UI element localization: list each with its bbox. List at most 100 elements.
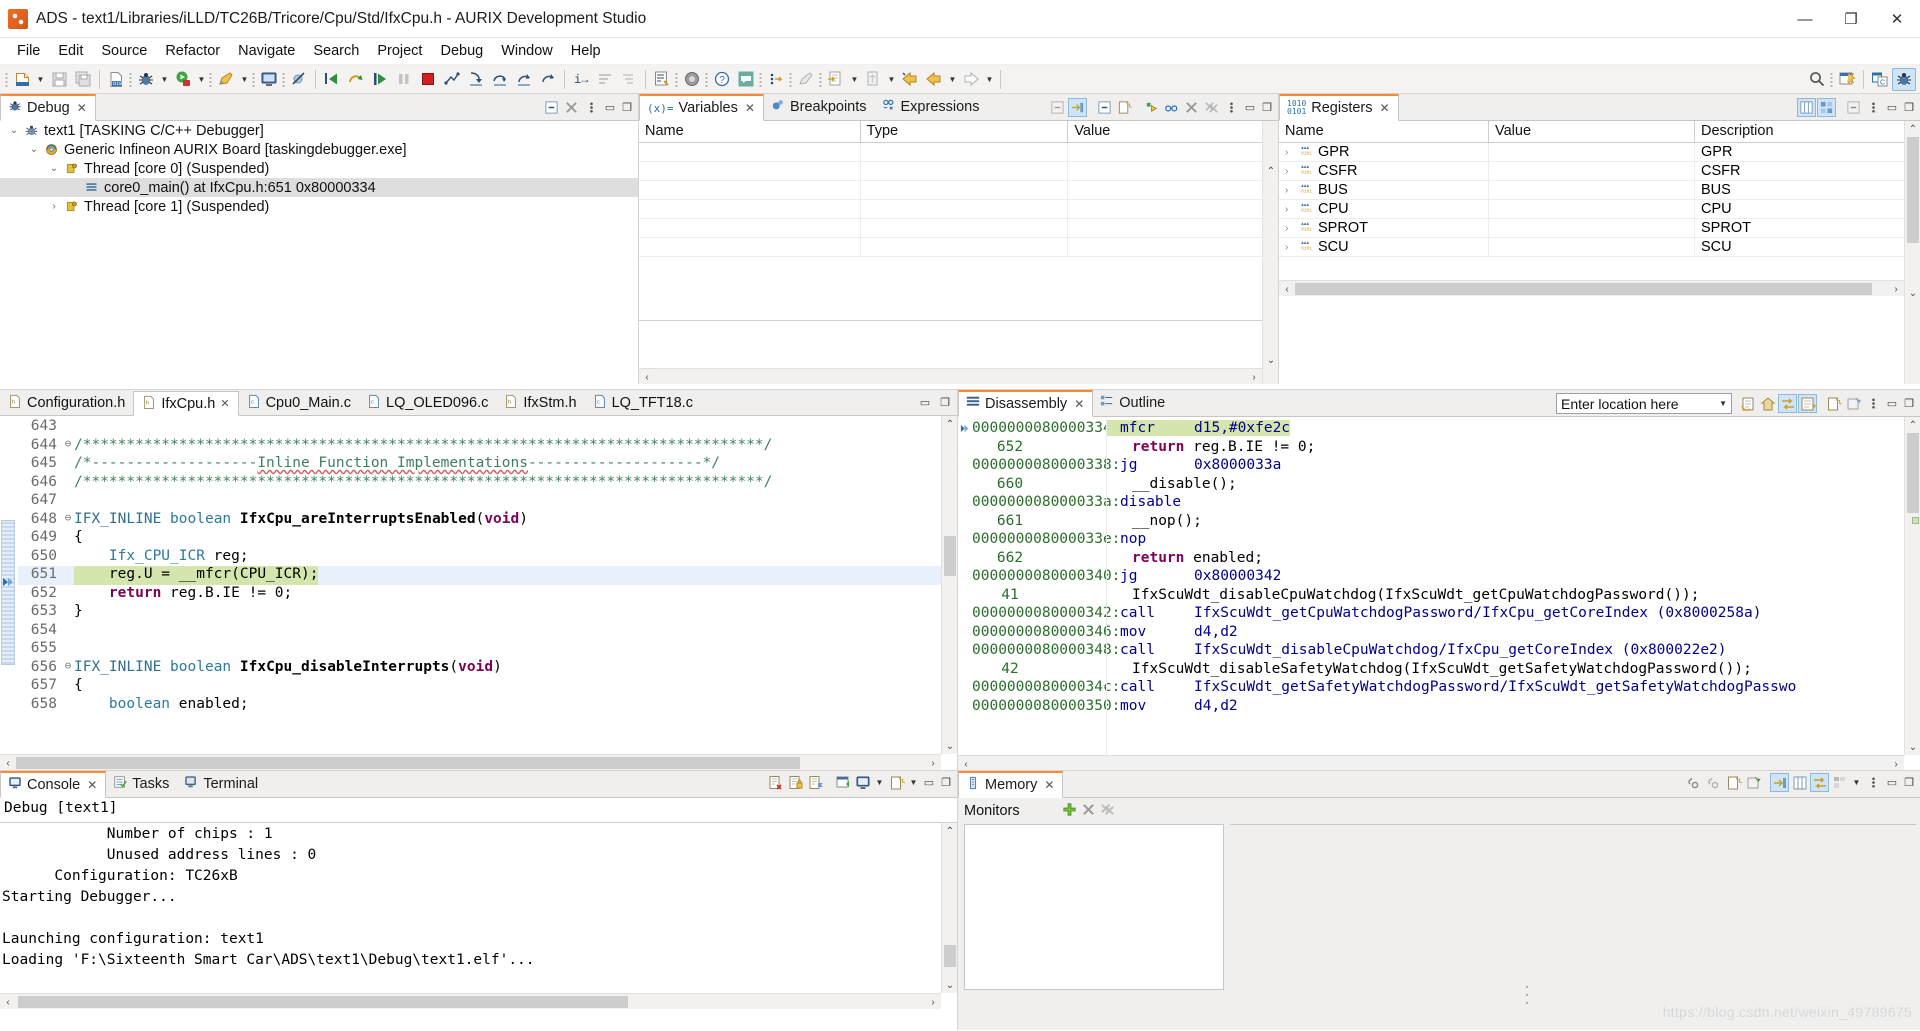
close-icon[interactable]: ✕	[745, 101, 755, 115]
column-description[interactable]: Description	[1695, 121, 1905, 142]
twisty-icon[interactable]: ⌄	[46, 163, 62, 174]
menu-navigate[interactable]: Navigate	[229, 40, 304, 62]
new-file-dropdown-icon[interactable]: ▼	[34, 68, 47, 91]
disassembly-vscrollbar[interactable]: ⌃ ⌄	[1904, 417, 1920, 755]
register-name-cell[interactable]: › ▲▲▲ 0101 SCU	[1279, 238, 1489, 256]
fold-marker-icon[interactable]	[62, 492, 74, 511]
scroll-right-icon[interactable]: ›	[1888, 281, 1904, 297]
code-line[interactable]: 645 /*-------------------Inline Function …	[18, 455, 941, 474]
disassembly-row[interactable]: 0000000080000340: jg 0x80000342	[958, 567, 1902, 586]
code-line[interactable]: 643	[18, 418, 941, 437]
disassembly-row[interactable]: 661 __nop();	[958, 512, 1902, 531]
comment-balloon-icon[interactable]	[734, 68, 758, 91]
remove-all-monitors-icon[interactable]	[1100, 802, 1115, 821]
fold-marker-icon[interactable]	[62, 566, 74, 585]
c-cpp-perspective-icon[interactable]: C	[1868, 68, 1892, 91]
scroll-down-icon[interactable]: ⌄	[1263, 352, 1278, 368]
new-memory-view-icon[interactable]	[1724, 773, 1743, 792]
column-value[interactable]: Value	[1489, 121, 1695, 142]
editor-code-area[interactable]: 643 644 ⊖/********************************…	[0, 416, 957, 770]
swap-bytes-icon[interactable]	[1810, 773, 1829, 792]
remove-icon[interactable]	[1182, 98, 1201, 117]
scroll-left-icon[interactable]: ‹	[0, 994, 16, 1010]
code-line[interactable]: 647	[18, 492, 941, 511]
tab-breakpoints[interactable]: Breakpoints	[764, 93, 875, 120]
minimize-view-icon[interactable]: ▭	[1884, 395, 1900, 413]
pencil-edit-icon[interactable]	[794, 68, 818, 91]
scroll-right-icon[interactable]: ›	[925, 994, 941, 1010]
scroll-down-icon[interactable]: ⌄	[942, 977, 957, 993]
register-name-cell[interactable]: › ▲▲▲ 0101 CPU	[1279, 200, 1489, 218]
pin-console-icon[interactable]	[806, 773, 825, 792]
disassembly-row[interactable]: 0000000080000338: jg 0x8000033a	[958, 456, 1902, 475]
menu-edit[interactable]: Edit	[49, 40, 92, 62]
add-monitor-icon[interactable]	[1062, 802, 1077, 821]
watch-glasses-icon[interactable]	[1162, 98, 1181, 117]
register-name-cell[interactable]: › ▲▲▲ 0101 GPR	[1279, 143, 1489, 161]
fold-marker-icon[interactable]	[62, 603, 74, 622]
fold-marker-icon[interactable]	[62, 585, 74, 604]
new-console-view-icon[interactable]	[887, 773, 906, 792]
tab-outline[interactable]: Outline	[1093, 389, 1173, 416]
table-row[interactable]: › ▲▲▲ 0101 BUS BUS	[1279, 181, 1920, 200]
register-value-cell[interactable]	[1489, 219, 1695, 237]
collapse-all-icon[interactable]	[542, 98, 561, 117]
debug-tree-item[interactable]: core0_main() at IfxCpu.h:651 0x80000334	[0, 178, 638, 197]
new-view-icon[interactable]	[1824, 394, 1843, 413]
editor-tab-lq-tft18-c[interactable]: c LQ_TFT18.c	[584, 390, 701, 415]
twisty-icon[interactable]: ›	[1285, 242, 1298, 253]
tab-memory[interactable]: Memory ✕	[958, 771, 1064, 798]
register-value-cell[interactable]	[1489, 181, 1695, 199]
scroll-up-icon[interactable]: ⌃	[942, 416, 957, 432]
scroll-thumb[interactable]	[1907, 137, 1919, 243]
scroll-right-icon[interactable]: ›	[1246, 369, 1262, 384]
forward-icon[interactable]	[959, 68, 983, 91]
maximize-view-icon[interactable]: ❐	[938, 774, 954, 792]
twisty-icon[interactable]: ⌄	[6, 125, 22, 136]
fold-marker-icon[interactable]	[62, 696, 74, 715]
menu-file[interactable]: File	[8, 40, 49, 62]
tab-debug[interactable]: Debug ✕	[0, 94, 96, 121]
column-name[interactable]: Name	[1279, 121, 1489, 142]
code-line[interactable]: 654	[18, 622, 941, 641]
view-menu-icon[interactable]	[1222, 98, 1241, 117]
memory-resize-handle-icon[interactable]	[1524, 984, 1530, 1010]
code-line[interactable]: 650 Ifx_CPU_ICR reg;	[18, 548, 941, 567]
step-into-icon[interactable]	[464, 68, 488, 91]
minimize-button[interactable]: —	[1782, 0, 1828, 38]
disassembly-rows[interactable]: 0000000080000334: mfcr d15,#0xfe2c 652 retur…	[958, 419, 1902, 715]
debug-tree-item[interactable]: ⌄ Generic Infineon AURIX Board [taskingde…	[0, 140, 638, 159]
show-addresses-icon[interactable]	[1798, 394, 1817, 413]
disassembly-row[interactable]: 000000008000034c: call IfxScuWdt_getSafety…	[958, 678, 1902, 697]
new-perspective-icon[interactable]	[1835, 68, 1859, 91]
column-name[interactable]: Name	[639, 121, 861, 142]
disassembly-row[interactable]: 662 return enabled;	[958, 549, 1902, 568]
close-icon[interactable]: ✕	[220, 397, 229, 410]
editor-vscrollbar[interactable]: ⌃ ⌄	[941, 416, 957, 754]
pin-view-icon[interactable]	[1844, 394, 1863, 413]
disassembly-row[interactable]: 000000008000033e: nop	[958, 530, 1902, 549]
close-icon[interactable]: ✕	[1380, 101, 1390, 115]
remove-monitor-icon[interactable]	[1081, 802, 1096, 821]
memory-monitors-list[interactable]	[964, 824, 1224, 990]
fold-marker-icon[interactable]	[62, 529, 74, 548]
step-over-icon[interactable]	[488, 68, 512, 91]
terminal-icon[interactable]	[257, 68, 281, 91]
open-console-icon[interactable]	[853, 773, 872, 792]
code-line[interactable]: 655	[18, 640, 941, 659]
help-icon[interactable]: ?	[710, 68, 734, 91]
editor-marker-bar[interactable]	[0, 416, 18, 770]
column-value[interactable]: Value	[1068, 121, 1278, 142]
back-dropdown-icon[interactable]: ▼	[946, 68, 959, 91]
twisty-icon[interactable]: ⌄	[26, 144, 42, 155]
forward-dropdown-icon[interactable]: ▼	[983, 68, 996, 91]
twisty-icon[interactable]: ›	[1285, 204, 1298, 215]
disconnect-icon[interactable]	[440, 68, 464, 91]
disassembly-row[interactable]: 0000000080000348: call IfxScuWdt_disableCp…	[958, 641, 1902, 660]
minimize-view-icon[interactable]: ▭	[1884, 774, 1900, 792]
skip-breakpoints-icon[interactable]	[287, 68, 311, 91]
minimize-view-icon[interactable]: ▭	[921, 774, 937, 792]
table-row[interactable]	[639, 181, 1278, 200]
menu-search[interactable]: Search	[304, 40, 368, 62]
table-row[interactable]: › ▲▲▲ 0101 SCU SCU	[1279, 238, 1920, 257]
